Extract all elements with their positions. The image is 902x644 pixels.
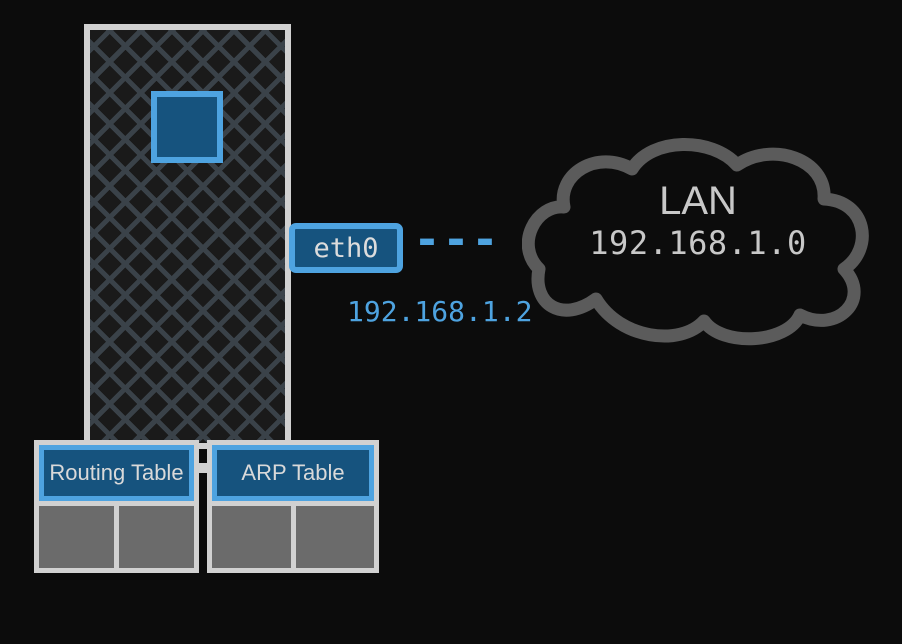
table-cell [119,506,194,568]
host-tower [84,24,291,449]
network-interface: eth0 [289,223,403,273]
table-cell [39,506,114,568]
arp-table-header: ARP Table [212,445,374,501]
routing-table-header: Routing Table [39,445,194,501]
interface-name: eth0 [313,233,378,264]
arp-table: ARP Table [207,440,379,573]
lan-network: 192.168.1.0 [522,224,874,262]
lan-label: LAN [522,179,874,224]
link-dashes-icon: - - - [418,207,492,269]
table-cell [296,506,375,568]
routing-table: Routing Table [34,440,199,573]
lan-cloud: LAN 192.168.1.0 [522,129,874,347]
table-cell [212,506,291,568]
cpu-chip-icon [151,91,223,163]
interface-ip: 192.168.1.2 [347,295,532,328]
